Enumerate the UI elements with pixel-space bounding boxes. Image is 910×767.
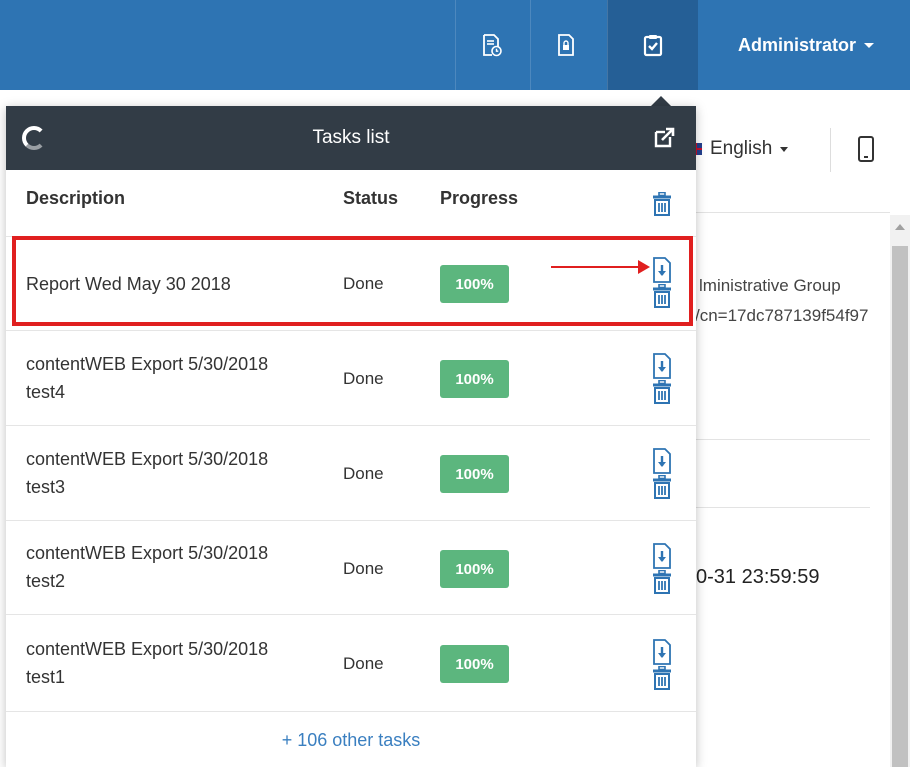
download-icon[interactable] [652, 353, 672, 379]
divider [690, 212, 890, 213]
external-link-icon[interactable] [652, 126, 676, 150]
annotation-arrow [551, 266, 639, 268]
task-description-line: test3 [26, 477, 66, 497]
trash-icon [653, 192, 671, 216]
trash-icon[interactable] [652, 380, 672, 404]
mobile-device-icon[interactable] [858, 136, 874, 162]
task-description: contentWEB Export 5/30/2018 test1 [26, 635, 316, 691]
task-actions [652, 639, 672, 690]
lock-document-button[interactable] [530, 0, 600, 90]
popup-header: Tasks list [6, 106, 696, 170]
task-actions [652, 543, 672, 594]
progress-badge: 100% [440, 455, 509, 493]
user-menu[interactable]: Administrator [738, 0, 875, 90]
task-description-line: test4 [26, 382, 66, 402]
top-navbar: Administrator [0, 0, 910, 90]
language-selector[interactable]: English [690, 118, 789, 180]
column-header-status: Status [343, 188, 399, 208]
download-icon[interactable] [652, 543, 672, 569]
chevron-down-icon [780, 146, 789, 152]
tasks-check-icon [643, 35, 663, 57]
download-icon[interactable] [652, 639, 672, 665]
lock-document-icon [557, 34, 574, 56]
report-history-button[interactable] [455, 0, 525, 90]
tasks-button[interactable] [607, 0, 698, 90]
task-description: contentWEB Export 5/30/2018 test4 [26, 350, 316, 406]
task-row: contentWEB Export 5/30/2018 test4 Done 1… [6, 330, 696, 424]
user-name: Administrator [738, 34, 857, 55]
scrollbar-thumb[interactable] [892, 246, 908, 767]
background-text: lministrative Group [699, 276, 841, 295]
trash-icon[interactable] [652, 570, 672, 594]
more-tasks-link[interactable]: + 106 other tasks [6, 711, 696, 767]
task-description: contentWEB Export 5/30/2018 test3 [26, 445, 316, 501]
annotation-arrow-head [638, 260, 650, 274]
column-header-description: Description [26, 188, 126, 208]
divider [690, 439, 870, 440]
task-status: Done [343, 464, 384, 483]
tasks-popup: Tasks list Description Status Progress R… [6, 106, 696, 767]
divider [830, 128, 831, 172]
task-actions [652, 353, 672, 404]
task-description-line: test1 [26, 667, 66, 687]
task-actions [652, 448, 672, 499]
progress-badge: 100% [440, 550, 509, 588]
task-description-line: contentWEB Export 5/30/2018 [26, 354, 269, 374]
task-row: contentWEB Export 5/30/2018 test3 Done 1… [6, 425, 696, 519]
background-date: 0-31 23:59:59 [696, 566, 820, 588]
download-icon[interactable] [652, 448, 672, 474]
task-row: contentWEB Export 5/30/2018 test1 Done 1… [6, 614, 696, 708]
language-label: English [710, 138, 773, 159]
popup-title: Tasks list [312, 127, 390, 148]
task-description: contentWEB Export 5/30/2018 test2 [26, 539, 316, 595]
task-status: Done [343, 654, 384, 673]
delete-all-button[interactable] [652, 192, 672, 216]
trash-icon[interactable] [652, 666, 672, 690]
task-status: Done [343, 369, 384, 388]
stage: Administrator English lministrative Grou… [0, 0, 910, 767]
task-description-line: contentWEB Export 5/30/2018 [26, 543, 269, 563]
divider [690, 507, 870, 508]
scroll-up-icon[interactable] [895, 224, 905, 230]
background-text: /cn=17dc787139f54f97 [695, 306, 869, 325]
highlight-box [12, 236, 693, 326]
task-status: Done [343, 559, 384, 578]
language-bar: English [690, 118, 910, 180]
progress-badge: 100% [440, 360, 509, 398]
chevron-down-icon [864, 42, 875, 48]
task-description-line: contentWEB Export 5/30/2018 [26, 639, 269, 659]
trash-icon[interactable] [652, 475, 672, 499]
progress-badge: 100% [440, 645, 509, 683]
report-history-icon [482, 34, 502, 57]
task-description-line: contentWEB Export 5/30/2018 [26, 449, 269, 469]
task-description-line: test2 [26, 571, 66, 591]
task-row: contentWEB Export 5/30/2018 test2 Done 1… [6, 520, 696, 614]
column-header-progress: Progress [440, 188, 519, 208]
